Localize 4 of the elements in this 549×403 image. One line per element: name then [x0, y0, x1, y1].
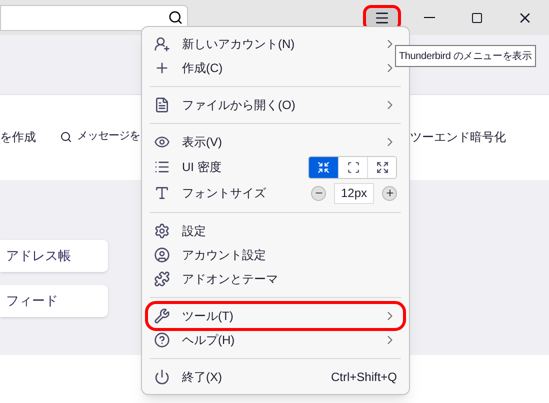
menu-label: UI 密度 — [182, 159, 222, 176]
tooltip: Thunderbird のメニューを表示 — [395, 45, 536, 67]
shortcut-text: Ctrl+Shift+Q — [330, 369, 397, 386]
menu-label: フォントサイズ — [182, 185, 267, 202]
